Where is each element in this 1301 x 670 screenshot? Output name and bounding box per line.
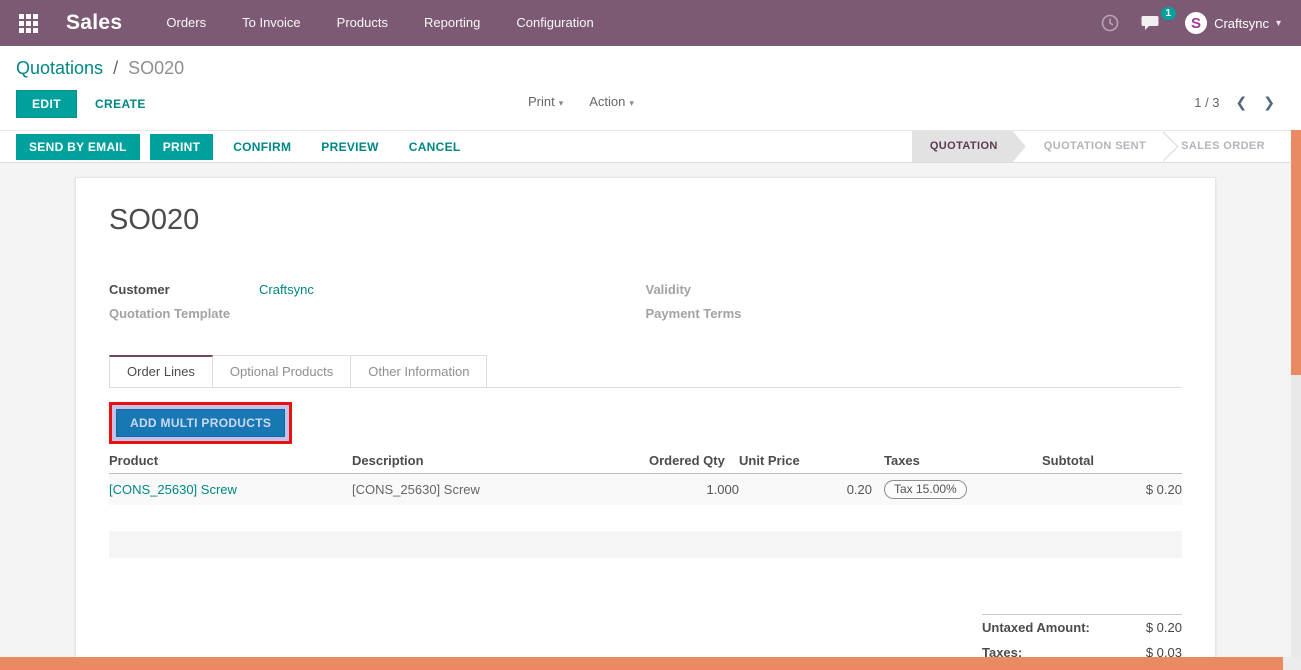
main-menu: Orders To Invoice Products Reporting Con… [152, 0, 607, 46]
menu-reporting[interactable]: Reporting [410, 0, 494, 46]
header-product[interactable]: Product [109, 449, 352, 474]
table-row[interactable]: [CONS_25630] Screw [CONS_25630] Screw 1.… [109, 474, 1182, 506]
row-description: [CONS_25630] Screw [352, 482, 480, 497]
action-dropdown[interactable]: Action▾ [589, 94, 634, 109]
confirm-button[interactable]: CONFIRM [223, 134, 301, 160]
create-button[interactable]: CREATE [91, 91, 150, 117]
horizontal-scrollbar-thumb[interactable] [0, 657, 1283, 670]
tab-other-information[interactable]: Other Information [350, 355, 487, 387]
pager-previous-icon[interactable]: ❮ [1236, 94, 1248, 111]
action-caret-icon: ▾ [629, 98, 634, 108]
breadcrumb-quotations-link[interactable]: Quotations [16, 58, 103, 78]
user-menu-caret-icon: ▾ [1276, 18, 1281, 29]
taxes-label: Taxes: [982, 645, 1022, 657]
header-subtotal[interactable]: Subtotal [1042, 449, 1182, 474]
breadcrumb-separator: / [113, 58, 118, 78]
header-taxes[interactable]: Taxes [872, 449, 1042, 474]
quotation-template-label: Quotation Template [109, 306, 259, 321]
messages-count-badge: 1 [1161, 7, 1177, 20]
edit-button[interactable]: EDIT [16, 90, 77, 118]
table-header-row: Product Description Ordered Qty Unit Pri… [109, 449, 1182, 474]
vertical-scrollbar-track[interactable] [1291, 130, 1301, 657]
vertical-scrollbar-thumb[interactable] [1291, 130, 1301, 375]
step-quotation-sent[interactable]: QUOTATION SENT [1026, 131, 1164, 162]
add-multi-products-highlight-box: ADD MULTI PRODUCTS [109, 402, 292, 444]
field-groups: Customer Craftsync Quotation Template Va… [109, 277, 1182, 325]
row-subtotal: $ 0.20 [1146, 482, 1182, 497]
row-product-link[interactable]: [CONS_25630] Screw [109, 482, 237, 497]
order-lines-table: Product Description Ordered Qty Unit Pri… [109, 449, 1182, 558]
top-navbar: Sales Orders To Invoice Products Reporti… [0, 0, 1301, 46]
send-by-email-button[interactable]: SEND BY EMAIL [16, 134, 140, 160]
user-name: Craftsync [1214, 16, 1269, 31]
row-unit-price: 0.20 [847, 482, 872, 497]
app-title[interactable]: Sales [66, 11, 122, 35]
status-steps: QUOTATION QUOTATION SENT SALES ORDER [912, 131, 1283, 162]
messages-button[interactable]: 1 [1141, 14, 1163, 32]
step-sales-order[interactable]: SALES ORDER [1163, 131, 1283, 162]
apps-menu-button[interactable] [0, 0, 56, 46]
chat-bubble-icon [1141, 14, 1163, 32]
scrollbar-corner [1283, 657, 1301, 670]
untaxed-amount-label: Untaxed Amount: [982, 620, 1090, 635]
activities-clock-icon[interactable] [1101, 14, 1119, 32]
menu-to-invoice[interactable]: To Invoice [228, 0, 315, 46]
header-description[interactable]: Description [352, 449, 649, 474]
header-unit-price[interactable]: Unit Price [739, 449, 872, 474]
apps-grid-icon [19, 14, 38, 33]
preview-button[interactable]: PREVIEW [311, 134, 388, 160]
print-dropdown[interactable]: Print▾ [528, 94, 563, 109]
menu-orders[interactable]: Orders [152, 0, 220, 46]
menu-configuration[interactable]: Configuration [502, 0, 607, 46]
pager-next-icon[interactable]: ❯ [1263, 94, 1275, 111]
statusbar: SEND BY EMAIL PRINT CONFIRM PREVIEW CANC… [0, 130, 1301, 163]
menu-products[interactable]: Products [323, 0, 402, 46]
validity-label: Validity [646, 282, 796, 297]
row-tax-badge: Tax 15.00% [884, 480, 967, 499]
customer-value-link[interactable]: Craftsync [259, 282, 314, 297]
tab-optional-products[interactable]: Optional Products [212, 355, 351, 387]
customer-label: Customer [109, 282, 259, 297]
quotation-sheet: SO020 Customer Craftsync Quotation Templ… [75, 177, 1216, 657]
add-multi-products-button[interactable]: ADD MULTI PRODUCTS [116, 409, 285, 437]
header-ordered-qty[interactable]: Ordered Qty [649, 449, 739, 474]
breadcrumb-current: SO020 [128, 58, 184, 78]
pager-count: 1 / 3 [1194, 95, 1219, 110]
quotation-title: SO020 [109, 204, 1182, 237]
breadcrumb: Quotations / SO020 [16, 58, 184, 79]
empty-row [109, 505, 1182, 531]
untaxed-amount-value: $ 0.20 [1146, 620, 1182, 635]
totals-section: Untaxed Amount: $ 0.20 Taxes: $ 0.03 Tot… [982, 614, 1182, 657]
payment-terms-label: Payment Terms [646, 306, 796, 321]
taxes-value: $ 0.03 [1146, 645, 1182, 657]
empty-row [109, 531, 1182, 558]
row-ordered-qty: 1.000 [706, 482, 739, 497]
print-button[interactable]: PRINT [150, 134, 214, 160]
user-avatar: S [1185, 12, 1207, 34]
notebook-tabs: Order Lines Optional Products Other Info… [109, 355, 1182, 388]
print-caret-icon: ▾ [559, 98, 564, 108]
cancel-button[interactable]: CANCEL [399, 134, 471, 160]
step-quotation[interactable]: QUOTATION [912, 131, 1026, 162]
control-panel: Quotations / SO020 EDIT CREATE Print▾ Ac… [0, 46, 1301, 130]
tab-order-lines[interactable]: Order Lines [109, 355, 213, 387]
user-menu[interactable]: S Craftsync ▾ [1185, 12, 1281, 34]
